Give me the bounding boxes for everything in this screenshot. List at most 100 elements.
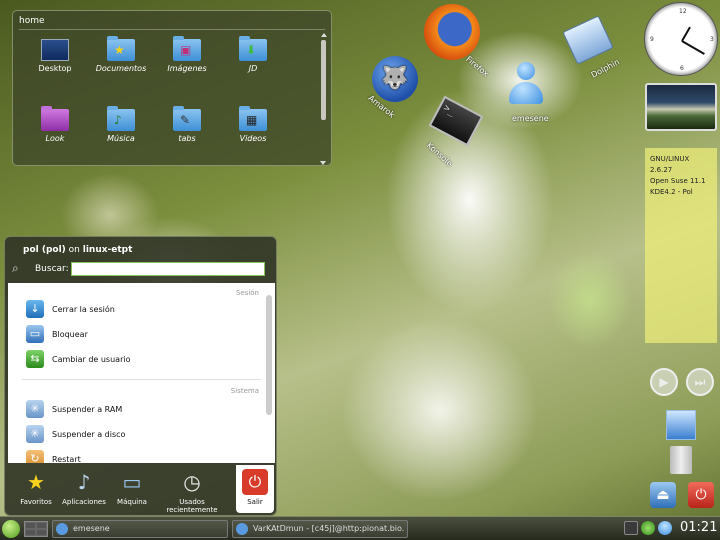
divider: [19, 29, 325, 30]
folder-videos-icon: ▦: [239, 106, 267, 131]
emesene-icon: [56, 523, 68, 535]
menu-item-suspend-disk[interactable]: ✳ Suspender a disco: [26, 424, 261, 444]
switch-user-icon: ⇆: [26, 350, 44, 368]
taskbar-task-emesene[interactable]: emesene: [52, 520, 228, 538]
desktop-icon-emesene[interactable]: emesene: [508, 62, 549, 123]
user-icon: [236, 523, 248, 535]
folder-item-label: Documentos: [95, 64, 147, 73]
menu-item-restart[interactable]: ↻ Restart: [26, 449, 261, 463]
folder-look-icon: [41, 106, 69, 131]
taskbar-clock[interactable]: 01:21: [680, 520, 717, 535]
amarok-icon: 🐺: [372, 56, 418, 102]
next-button[interactable]: ⏭: [686, 368, 714, 396]
applications-icon: ♪: [77, 470, 91, 494]
restart-icon: ↻: [26, 450, 44, 463]
search-input[interactable]: [71, 262, 265, 276]
star-icon: ★: [27, 470, 45, 494]
section-header-session: Sesión: [235, 289, 259, 297]
folder-item-label: Música: [107, 134, 135, 143]
folder-item-desktop[interactable]: Desktop: [23, 39, 87, 73]
folder-item-label: Look: [45, 134, 65, 143]
desktop-icon: [41, 39, 69, 61]
emesene-user-icon: [508, 62, 544, 106]
menu-item-switch-user[interactable]: ⇆ Cambiar de usuario: [26, 349, 261, 369]
note-line: Open Suse 11.1: [650, 177, 706, 185]
menu-item-lock[interactable]: ▭ Bloquear: [26, 324, 261, 344]
tab-recent[interactable]: ◷ Usados recientemente: [154, 465, 230, 514]
recent-clock-icon: ◷: [183, 470, 201, 494]
desktop-icon-label: Dolphin: [589, 57, 622, 80]
menu-item-suspend-ram[interactable]: ✳ Suspender a RAM: [26, 399, 261, 419]
folder-item-videos[interactable]: ▦ Videos: [221, 106, 285, 143]
power-icon: ⏻: [242, 469, 268, 495]
folder-item-label: Desktop: [38, 64, 72, 73]
folder-item-label: JD: [248, 64, 258, 73]
system-tray: [624, 521, 678, 537]
scroll-down-icon[interactable]: [320, 161, 326, 165]
sticky-note-widget[interactable]: GNU/LINUX 2.6.27 Open Suse 11.1 KDE4.2 -…: [645, 148, 717, 343]
taskbar: emesene VarKAtDmun - [c45j]@http:pionat.…: [0, 516, 720, 540]
folder-item-imagenes[interactable]: ▣ Imágenes: [155, 36, 219, 73]
taskbar-task-browser[interactable]: VarKAtDmun - [c45j]@http:pionat.bio.: [232, 520, 408, 538]
hibernate-icon: ✳: [26, 425, 44, 443]
kickoff-user-name: pol (pol): [23, 245, 66, 255]
suspend-icon: ✳: [26, 400, 44, 418]
tab-leave[interactable]: ⏻ Salir: [236, 465, 274, 513]
scroll-up-icon[interactable]: [320, 33, 327, 37]
folder-star-icon: ★: [107, 36, 135, 61]
note-line: KDE4.2 - Pol: [650, 188, 693, 196]
desktop-icon-amarok[interactable]: 🐺 Amarok: [366, 56, 418, 120]
menu-item-label: Bloquear: [52, 329, 88, 339]
kickoff-launcher-button[interactable]: [2, 520, 20, 538]
trash-icon[interactable]: [670, 446, 692, 474]
lock-screen-button[interactable]: ⏏: [650, 482, 676, 508]
kickoff-leave-list: Sesión ↓ Cerrar la sesión ▭ Bloquear ⇆ C…: [8, 283, 275, 463]
scroll-thumb[interactable]: [321, 40, 326, 120]
menu-item-label: Suspender a disco: [52, 429, 126, 439]
folder-item-musica[interactable]: ♪ Música: [89, 106, 153, 143]
kickoff-user-header: pol (pol) on linux-etpt: [23, 245, 132, 255]
task-label: emesene: [73, 524, 110, 533]
folder-item-label: Imágenes: [167, 64, 207, 73]
menu-item-label: Suspender a RAM: [52, 404, 123, 414]
leave-button[interactable]: ⏻: [688, 482, 714, 508]
tab-label: Favoritos: [20, 498, 52, 506]
desktop-pager[interactable]: [24, 521, 48, 537]
desktop-icon-firefox[interactable]: Firefox: [424, 4, 490, 78]
menu-item-logout[interactable]: ↓ Cerrar la sesión: [26, 299, 261, 319]
computer-icon: ▭: [122, 470, 142, 494]
logout-icon: ↓: [26, 300, 44, 318]
folder-item-jd[interactable]: ⬇ JD: [221, 36, 285, 73]
kickoff-scrollbar[interactable]: [266, 287, 272, 457]
folderview-scrollbar[interactable]: [320, 33, 327, 165]
menu-item-label: Cambiar de usuario: [52, 354, 131, 364]
folder-item-look[interactable]: Look: [23, 106, 87, 143]
desktop-icon-konsole[interactable]: >_ Konsole: [425, 95, 484, 168]
desktop-icon-label: Firefox: [464, 54, 491, 79]
kickoff-menu: pol (pol) on linux-etpt ⌕ Buscar: Sesión…: [4, 236, 277, 516]
analog-clock-widget: 12 3 6 9: [644, 2, 718, 76]
network-icon[interactable]: [641, 521, 655, 535]
volume-icon[interactable]: [624, 521, 638, 535]
scroll-thumb[interactable]: [266, 295, 272, 415]
folder-item-documentos[interactable]: ★ Documentos: [89, 36, 153, 73]
tab-label: Máquina: [117, 498, 147, 506]
binoculars-icon: ⌕: [12, 261, 19, 275]
folder-music-icon: ♪: [107, 106, 135, 131]
folder-item-tabs[interactable]: ✎ tabs: [155, 106, 219, 143]
monitor-icon[interactable]: [666, 410, 696, 440]
desktop-icon-dolphin[interactable]: Dolphin: [562, 15, 621, 80]
menu-item-label: Cerrar la sesión: [52, 304, 115, 314]
menu-item-label: Restart: [52, 454, 81, 464]
tab-label: Salir: [247, 498, 263, 506]
folder-download-icon: ⬇: [239, 36, 267, 61]
folderview-widget: home Desktop ★ Documentos ▣ Imágenes ⬇ J…: [12, 10, 332, 166]
tab-computer[interactable]: ▭ Máquina: [104, 465, 160, 513]
play-icon: ▶: [659, 375, 669, 389]
photo-frame-widget: [645, 83, 717, 131]
kickoff-host: linux-etpt: [82, 245, 133, 255]
emesene-tray-icon[interactable]: [658, 521, 672, 535]
power-icon: ⏻: [695, 487, 707, 503]
play-button[interactable]: ▶: [650, 368, 678, 396]
folder-item-label: Videos: [239, 134, 267, 143]
